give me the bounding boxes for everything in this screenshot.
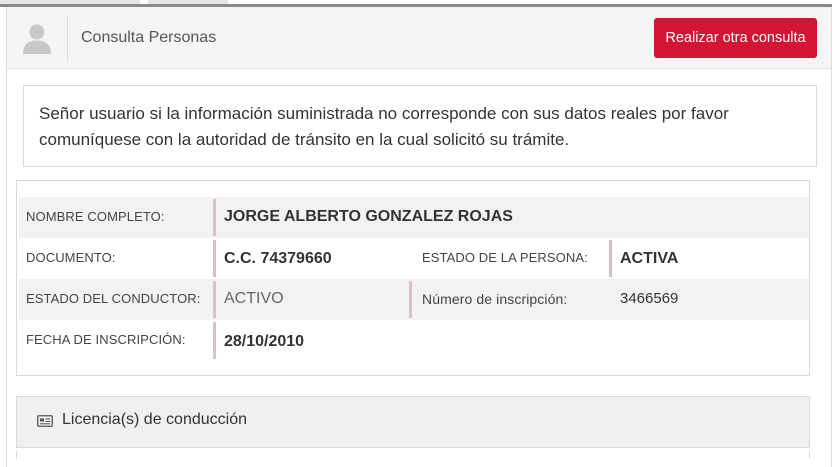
estado-persona-value: ACTIVA: [620, 250, 679, 267]
numero-inscripcion-label: Número de inscripción:: [422, 291, 568, 307]
nombre-completo-value: JORGE ALBERTO GONZALEZ ROJAS: [224, 208, 513, 225]
notice-message: Señor usuario si la información suminist…: [23, 85, 817, 167]
field-divider: [609, 240, 612, 277]
licencias-section-header[interactable]: Licencia(s) de conducción: [16, 396, 810, 448]
field-divider: [409, 281, 412, 318]
field-divider: [213, 199, 216, 236]
field-divider: [213, 322, 216, 359]
realizar-otra-consulta-button[interactable]: Realizar otra consulta: [654, 18, 817, 58]
licencias-label: Licencia(s) de conducción: [62, 411, 247, 428]
detail-row: DOCUMENTO: C.C. 74379660 ESTADO DE LA PE…: [19, 238, 809, 279]
estado-conductor-label: ESTADO DEL CONDUCTOR:: [26, 291, 201, 306]
nombre-completo-label: NOMBRE COMPLETO:: [26, 209, 165, 224]
user-silhouette-icon: [23, 24, 51, 54]
page-title: Consulta Personas: [81, 29, 217, 46]
fecha-inscripcion-label: FECHA DE INSCRIPCIÓN:: [26, 332, 186, 347]
header-separator: [67, 15, 68, 61]
field-divider: [213, 281, 216, 318]
id-card-icon: [37, 415, 53, 427]
detail-row: NOMBRE COMPLETO: JORGE ALBERTO GONZALEZ …: [19, 197, 809, 238]
section-border: [16, 451, 810, 459]
numero-inscripcion-value: 3466569: [620, 290, 679, 307]
person-details-card: NOMBRE COMPLETO: JORGE ALBERTO GONZALEZ …: [16, 180, 810, 376]
documento-label: DOCUMENTO:: [26, 250, 116, 265]
field-divider: [213, 240, 216, 277]
estado-conductor-value: ACTIVO: [224, 290, 284, 307]
estado-persona-label: ESTADO DE LA PERSONA:: [422, 250, 588, 265]
detail-row: FECHA DE INSCRIPCIÓN: 28/10/2010: [19, 320, 809, 361]
panel-header: Consulta Personas Realizar otra consulta: [7, 7, 831, 69]
detail-row: ESTADO DEL CONDUCTOR: ACTIVO Número de i…: [19, 279, 809, 320]
documento-value: C.C. 74379660: [224, 250, 332, 267]
fecha-inscripcion-value: 28/10/2010: [224, 333, 305, 350]
